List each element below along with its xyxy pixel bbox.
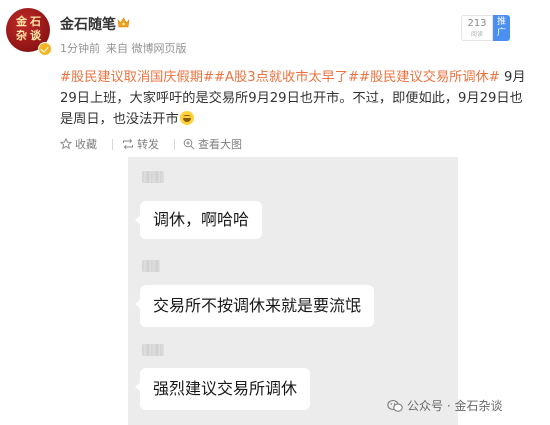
- view-large-image-label: 查看大图: [198, 138, 242, 151]
- post-source: 来自 微博网页版: [106, 42, 187, 55]
- promote-button[interactable]: 推广: [493, 15, 510, 41]
- watermark: 公众号 · 金石杂谈: [387, 397, 502, 414]
- weibo-post: 金 石 杂 谈 金石随笔 1分钟前 来自 微博网页版 213 阅读 推广 #股民建…: [0, 0, 550, 157]
- post-body: #股民建议取消国庆假期##A股3点就收市太早了##股民建议交易所调休# 9月29…: [60, 67, 530, 130]
- star-icon: [60, 138, 72, 150]
- chat-bubble: 调休，啊哈哈: [134, 201, 263, 239]
- hashtag-link[interactable]: #股民建议取消国庆假期#: [60, 70, 214, 85]
- chat-bubble: 交易所不按调休来就是要流氓: [134, 285, 375, 327]
- post-time[interactable]: 1分钟前: [60, 42, 100, 55]
- view-large-image-button[interactable]: 查看大图: [183, 136, 242, 152]
- repost-button[interactable]: 转发: [122, 136, 159, 152]
- hashtag-link[interactable]: #股民建议交易所调休#: [359, 70, 500, 85]
- favorite-label: 收藏: [75, 138, 97, 151]
- favorite-button[interactable]: 收藏: [60, 136, 97, 152]
- avatar-char: 金: [16, 15, 27, 28]
- views-label: 阅读: [470, 31, 483, 38]
- watermark-text: 公众号 · 金石杂谈: [407, 399, 503, 413]
- avatar-char: 石: [30, 15, 41, 28]
- avatar-char: 杂: [16, 29, 27, 42]
- crown-icon: [117, 17, 130, 28]
- verified-badge-icon: [38, 42, 52, 56]
- views-count: 213: [467, 18, 487, 29]
- repost-label: 转发: [137, 138, 159, 151]
- zoom-in-icon: [183, 138, 195, 150]
- action-divider: [174, 139, 175, 150]
- blurred-sender-name: [142, 260, 160, 272]
- post-meta: 1分钟前 来自 微博网页版: [60, 40, 187, 56]
- action-divider: [112, 139, 113, 150]
- chat-screenshot-image[interactable]: 调休，啊哈哈 交易所不按调休来就是要流氓 强烈建议交易所调休: [128, 157, 458, 425]
- hashtag-link[interactable]: #A股3点就收市太早了#: [214, 70, 359, 85]
- views-counter: 213 阅读: [461, 15, 493, 41]
- repost-icon: [123, 138, 133, 150]
- laugh-cry-emoji-icon: [179, 111, 194, 125]
- author-name[interactable]: 金石随笔: [60, 14, 116, 34]
- chat-bubble: 强烈建议交易所调休: [134, 368, 311, 410]
- avatar-char: 谈: [30, 29, 41, 42]
- wechat-official-account-icon: [387, 399, 403, 412]
- blurred-sender-name: [142, 171, 164, 183]
- blurred-sender-name: [142, 344, 164, 356]
